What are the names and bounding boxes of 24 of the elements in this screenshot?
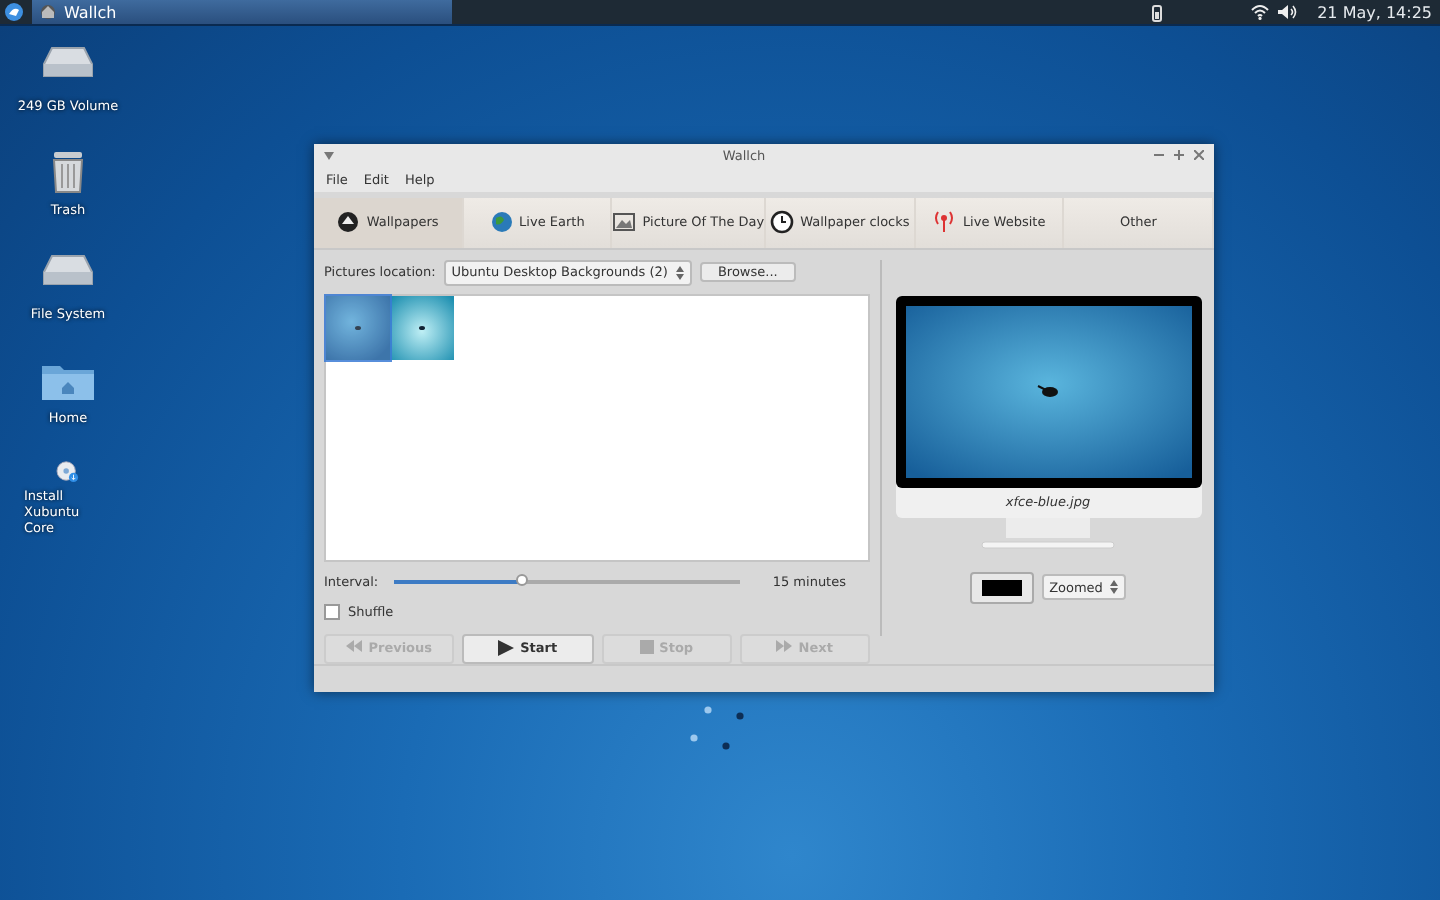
- maximize-icon[interactable]: [1174, 150, 1184, 161]
- window-menu-icon[interactable]: [324, 151, 334, 160]
- wifi-icon[interactable]: [1249, 4, 1270, 20]
- taskbar-button[interactable]: Wallch: [32, 0, 452, 24]
- rewind-icon: [346, 640, 363, 657]
- shuffle-checkbox[interactable]: [324, 604, 340, 621]
- picture-icon: [612, 210, 637, 235]
- battery-icon[interactable]: [1151, 3, 1162, 21]
- close-icon[interactable]: [1194, 150, 1204, 161]
- interval-slider[interactable]: [394, 580, 741, 585]
- stop-icon: [639, 640, 654, 657]
- fast-forward-icon: [776, 640, 793, 657]
- minimize-icon[interactable]: [1154, 150, 1164, 161]
- clock-icon: [770, 210, 795, 235]
- color-swatch: [981, 579, 1022, 596]
- globe-icon: [489, 210, 514, 235]
- spin-arrows-icon: [1110, 580, 1119, 595]
- color-picker-button[interactable]: [969, 571, 1034, 604]
- volume-icon[interactable]: [1277, 4, 1298, 20]
- clock[interactable]: 21 May, 14:25: [1317, 3, 1432, 21]
- play-icon: [498, 640, 515, 657]
- menu-icon[interactable]: [4, 2, 24, 22]
- spin-arrows-icon: [675, 265, 684, 280]
- antenna-icon: [932, 210, 957, 235]
